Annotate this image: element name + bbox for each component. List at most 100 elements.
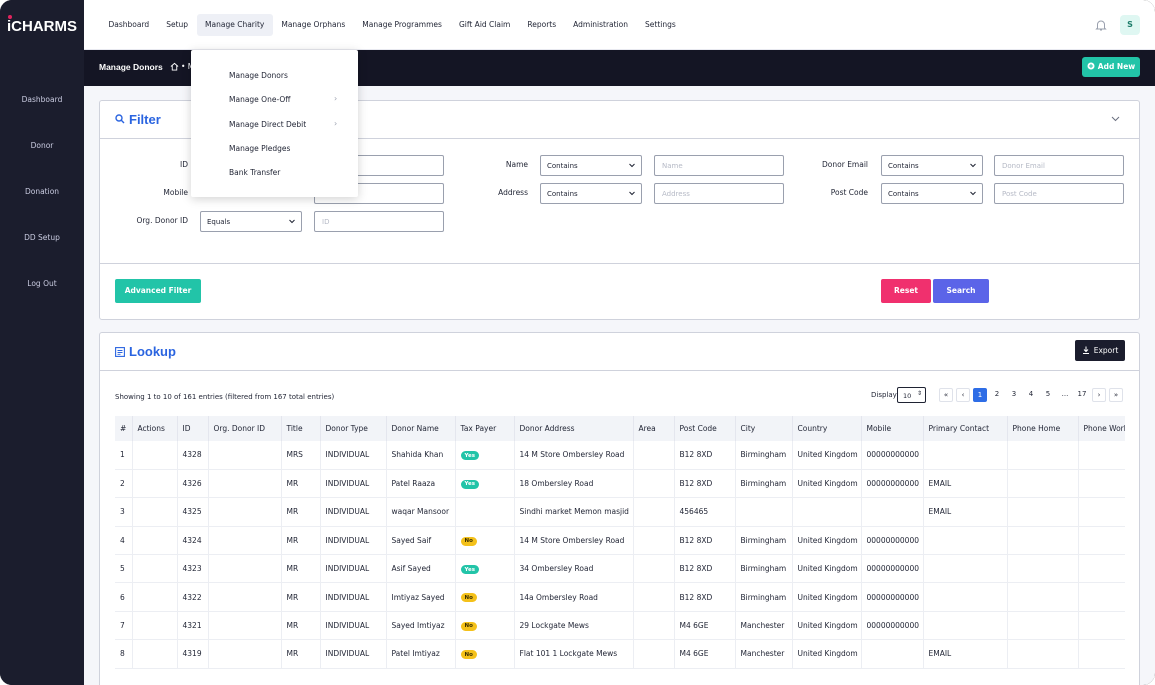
first-page-button[interactable]: « (939, 388, 953, 402)
org-donor-id-input[interactable]: ID (314, 211, 444, 232)
search-button[interactable]: Search (933, 279, 989, 303)
cell-value: Manchester (740, 621, 785, 631)
name-input[interactable]: Name (654, 155, 784, 176)
table-row[interactable]: 4 4324 MR INDIVIDUAL Sayed Saif No 14 M Store … (115, 526, 1125, 556)
column-header-[interactable]: # (115, 416, 133, 441)
column-header-area[interactable]: Area (633, 416, 675, 441)
cell-actions (132, 554, 178, 584)
column-header-mobile[interactable]: Mobile (861, 416, 924, 441)
name-operator-select[interactable]: Contains (540, 155, 642, 176)
page-5-button[interactable]: 5 (1041, 388, 1055, 402)
cell-n: 6 (115, 582, 133, 612)
donor-email-operator-select[interactable]: Contains (881, 155, 983, 176)
nav-settings[interactable]: Settings (637, 14, 685, 36)
menu-item-manage-one-off[interactable]: Manage One-Off › (191, 88, 358, 110)
advanced-filter-button[interactable]: Advanced Filter (115, 279, 201, 303)
last-page-button[interactable]: » (1109, 388, 1123, 402)
nav-manage-programmes[interactable]: Manage Programmes (354, 14, 451, 36)
sidebar-item-donation[interactable]: Donation (0, 169, 84, 209)
cell-type: INDIVIDUAL (320, 582, 387, 612)
column-header-donor-name[interactable]: Donor Name (386, 416, 456, 441)
page-1-button[interactable]: 1 (973, 388, 987, 402)
sort-icon (377, 425, 383, 433)
chevron-down-icon[interactable] (1111, 116, 1120, 122)
avatar[interactable]: S (1120, 15, 1140, 35)
nav-dashboard[interactable]: Dashboard (100, 14, 158, 36)
page-17-button[interactable]: 17 (1075, 388, 1089, 402)
nav-gift-aid-claim[interactable]: Gift Aid Claim (450, 14, 518, 36)
column-header-id[interactable]: ID (177, 416, 209, 441)
menu-item-manage-direct-debit[interactable]: Manage Direct Debit › (191, 113, 358, 135)
cell-value: Shahida Khan (391, 450, 444, 460)
export-button[interactable]: Export (1075, 340, 1125, 361)
address-input[interactable]: Address (654, 183, 784, 204)
column-header-phone-home[interactable]: Phone Home (1007, 416, 1079, 441)
post-code-operator-select[interactable]: Contains (881, 183, 983, 204)
page-2-button[interactable]: 2 (990, 388, 1004, 402)
cell-home (1007, 497, 1079, 527)
menu-item-bank-transfer[interactable]: Bank Transfer (191, 161, 358, 183)
column-header-actions[interactable]: Actions (132, 416, 178, 441)
sidebar-item-log-out[interactable]: Log Out (0, 261, 84, 301)
table-row[interactable]: 1 4328 MRS INDIVIDUAL Shahida Khan Yes 14 M St… (115, 441, 1125, 470)
post-code-input[interactable]: Post Code (994, 183, 1124, 204)
nav-manage-charity[interactable]: Manage Charity (196, 14, 273, 36)
column-header-title[interactable]: Title (281, 416, 321, 441)
column-header-phone-work[interactable]: Phone Work (1078, 416, 1125, 441)
sidebar-item-donor[interactable]: Donor (0, 123, 84, 163)
donor-email-input[interactable]: Donor Email (994, 155, 1124, 176)
column-header-city[interactable]: City (735, 416, 793, 441)
cell-address: 14 M Store Ombersley Road (514, 441, 634, 470)
app-logo[interactable]: iCHARMS (6, 12, 80, 40)
table-row[interactable]: 2 4326 MR INDIVIDUAL Patel Raaza Yes 18 Ombers… (115, 469, 1125, 499)
donor-table-wrapper: # Actions ID Org. Donor ID Title Donor Type Do… (115, 416, 1125, 685)
column-header-primary-contact[interactable]: Primary Contact (923, 416, 1008, 441)
table-row[interactable]: 5 4323 MR INDIVIDUAL Asif Sayed Yes 34 Ombersl… (115, 554, 1125, 584)
column-header-country[interactable]: Country (792, 416, 862, 441)
nav-reports[interactable]: Reports (519, 14, 565, 36)
address-operator-select[interactable]: Contains (540, 183, 642, 204)
cell-value: Sayed Imtiyaz (391, 621, 445, 631)
menu-item-manage-donors[interactable]: Manage Donors (191, 64, 358, 86)
nav-setup[interactable]: Setup (158, 14, 197, 36)
column-header-post-code[interactable]: Post Code (674, 416, 736, 441)
post-code-placeholder: Post Code (1002, 190, 1037, 198)
page-3-button[interactable]: 3 (1007, 388, 1021, 402)
cell-value: Sindhi market Memon masjid (519, 507, 629, 517)
nav-administration[interactable]: Administration (565, 14, 637, 36)
menu-item-manage-pledges[interactable]: Manage Pledges (191, 137, 358, 159)
table-row[interactable]: 7 4321 MR INDIVIDUAL Sayed Imtiyaz No 29 Lockg… (115, 611, 1125, 641)
reset-button[interactable]: Reset (881, 279, 931, 303)
address-label: Address (498, 188, 528, 197)
page-4-button[interactable]: 4 (1024, 388, 1038, 402)
column-header-label: Title (286, 424, 303, 433)
sidebar-item-dd-setup[interactable]: DD Setup (0, 215, 84, 255)
column-header-org-donor-id[interactable]: Org. Donor ID (208, 416, 282, 441)
cell-org (208, 497, 282, 527)
export-label: Export (1093, 346, 1119, 355)
table-row[interactable]: 8 4319 MR INDIVIDUAL Patel Imtiyaz No Flat 101… (115, 639, 1125, 669)
app-frame: iCHARMS Dashboard Donor Donation DD Setup Lo… (0, 0, 1155, 685)
cell-value: 456465 (679, 507, 709, 517)
column-header-label: Donor Address (519, 424, 575, 433)
cell-value: 00000000000 (866, 479, 920, 489)
user-icon (34, 123, 50, 139)
next-page-button[interactable]: › (1092, 388, 1106, 402)
lookup-panel: Lookup Export Showing 1 to 10 of 161 ent… (99, 332, 1140, 685)
cell-value: Sayed Saif (391, 535, 432, 545)
table-row[interactable]: 3 4325 MR INDIVIDUAL waqar Mansoor Sindhi mar… (115, 497, 1125, 527)
column-header-donor-address[interactable]: Donor Address (514, 416, 634, 441)
sidebar-item-dashboard[interactable]: Dashboard (0, 77, 84, 117)
column-header-tax-payer[interactable]: Tax Payer (455, 416, 515, 441)
page-size-select[interactable]: 10 ⇕ (897, 387, 926, 403)
nav-manage-orphans[interactable]: Manage Orphans (273, 14, 354, 36)
add-new-button[interactable]: Add New (1082, 57, 1140, 77)
table-row[interactable]: 6 4322 MR INDIVIDUAL Imtiyaz Sayed No 14a Ombe… (115, 582, 1125, 612)
cell-country (792, 497, 862, 527)
home-icon[interactable] (170, 62, 179, 71)
column-header-donor-type[interactable]: Donor Type (320, 416, 387, 441)
cell-value: United Kingdom (797, 479, 858, 489)
prev-page-button[interactable]: ‹ (956, 388, 970, 402)
bell-icon[interactable] (1094, 18, 1108, 32)
org-donor-id-operator-select[interactable]: Equals (200, 211, 302, 232)
